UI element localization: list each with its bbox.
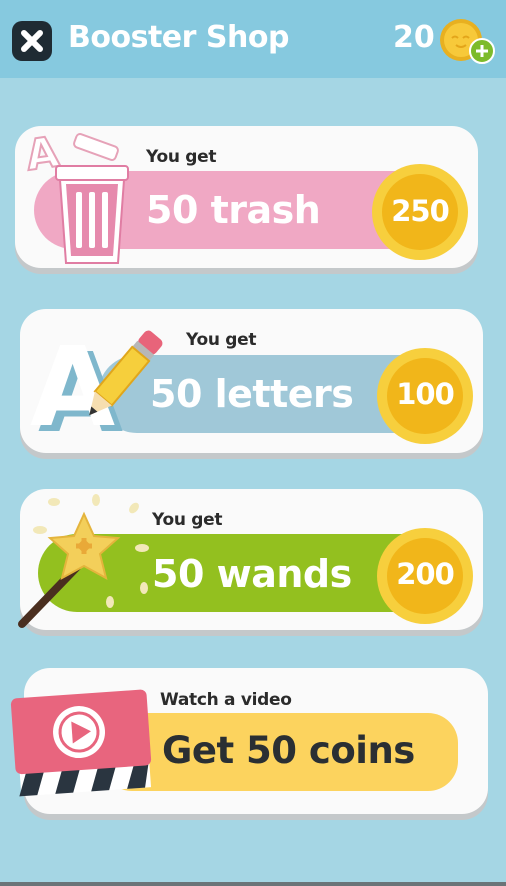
video-clapper-icon <box>10 689 152 797</box>
add-coins-button[interactable] <box>436 18 496 68</box>
close-icon <box>21 30 43 52</box>
video-offer-caption: Watch a video <box>160 690 292 710</box>
offer-price: 250 <box>391 194 450 228</box>
bottom-edge <box>0 882 506 886</box>
offer-price: 200 <box>396 557 455 591</box>
offer-price: 100 <box>396 377 455 411</box>
header-bar: Booster Shop 20 <box>0 0 506 78</box>
page-title: Booster Shop <box>68 20 289 55</box>
letter-a-icon: A A <box>30 323 163 453</box>
plus-icon <box>469 38 495 64</box>
close-button[interactable] <box>12 21 52 61</box>
video-offer-label: Get 50 coins <box>162 729 415 772</box>
play-icon <box>58 711 100 753</box>
offer-label: 50 trash <box>146 188 321 232</box>
trash-can-icon: A <box>22 126 129 264</box>
offer-label: 50 wands <box>152 552 352 596</box>
offer-caption: You get <box>152 510 223 530</box>
coin-balance: 20 <box>393 20 435 55</box>
offer-caption: You get <box>146 147 217 167</box>
offer-caption: You get <box>186 330 257 350</box>
magic-wand-icon <box>18 494 149 628</box>
